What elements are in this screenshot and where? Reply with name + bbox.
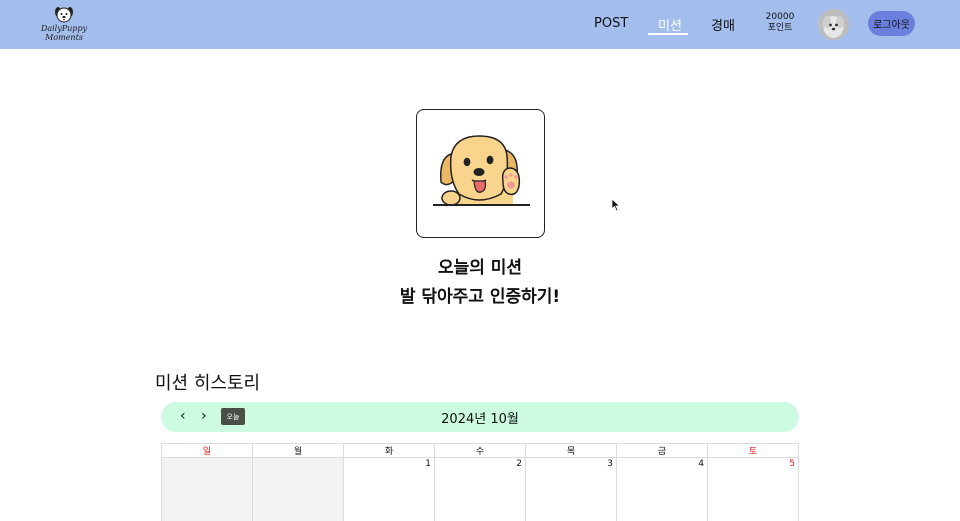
weekday-fri: 금	[616, 443, 708, 458]
nav-auction[interactable]: 경매	[711, 15, 735, 34]
weekday-thu: 목	[525, 443, 617, 458]
calendar-day-cell[interactable]: 1	[343, 457, 435, 521]
avatar[interactable]	[818, 9, 849, 40]
nav-post[interactable]: POST	[594, 16, 628, 31]
calendar-day-cell[interactable]: 2	[434, 457, 526, 521]
calendar-day-cell-empty	[252, 457, 344, 521]
logo[interactable]: DailyPuppy Moments	[36, 6, 92, 44]
puppy-logo-icon	[55, 7, 73, 23]
weekday-wed: 수	[434, 443, 526, 458]
logout-button[interactable]: 로그아웃	[868, 11, 915, 36]
weekday-tue: 화	[343, 443, 435, 458]
points-label: 포인트	[767, 23, 793, 33]
points-value: 20000	[765, 12, 795, 22]
calendar-day-cell[interactable]: 3	[525, 457, 617, 521]
logo-text-line2: Moments	[45, 33, 83, 42]
calendar-month-label: 2024년 10월	[441, 412, 519, 427]
calendar-day-cell-empty	[161, 457, 253, 521]
top-header: DailyPuppy Moments POST 미션 경매 20000 포인트 …	[0, 0, 960, 49]
weekday-mon: 월	[252, 443, 344, 458]
dog-avatar-icon	[818, 9, 849, 40]
weekday-header-row: 일 월 화 수 목 금 토	[161, 443, 799, 458]
mouse-cursor-icon	[611, 198, 621, 212]
mission-description: 발 닦아주고 인증하기!	[399, 287, 561, 307]
calendar-toolbar: ‹ › 오늘 2024년 10월	[161, 402, 799, 432]
calendar-grid: 일 월 화 수 목 금 토 1 2 3 4 5	[161, 443, 799, 521]
weekday-sun: 일	[161, 443, 253, 458]
calendar-day-cell[interactable]: 5	[707, 457, 799, 521]
calendar-day-cell[interactable]: 4	[616, 457, 708, 521]
mission-heading: 오늘의 미션	[437, 258, 523, 278]
nav-mission[interactable]: 미션	[658, 15, 682, 34]
points-display: 20000 포인트	[762, 12, 798, 34]
calendar-week-row: 1 2 3 4 5	[161, 457, 799, 521]
nav-active-underline	[648, 33, 688, 35]
mission-image-card	[416, 109, 545, 238]
weekday-sat: 토	[707, 443, 799, 458]
waving-puppy-icon	[433, 135, 530, 206]
logo-text-line1: DailyPuppy	[40, 24, 88, 33]
history-title: 미션 히스토리	[155, 373, 261, 394]
